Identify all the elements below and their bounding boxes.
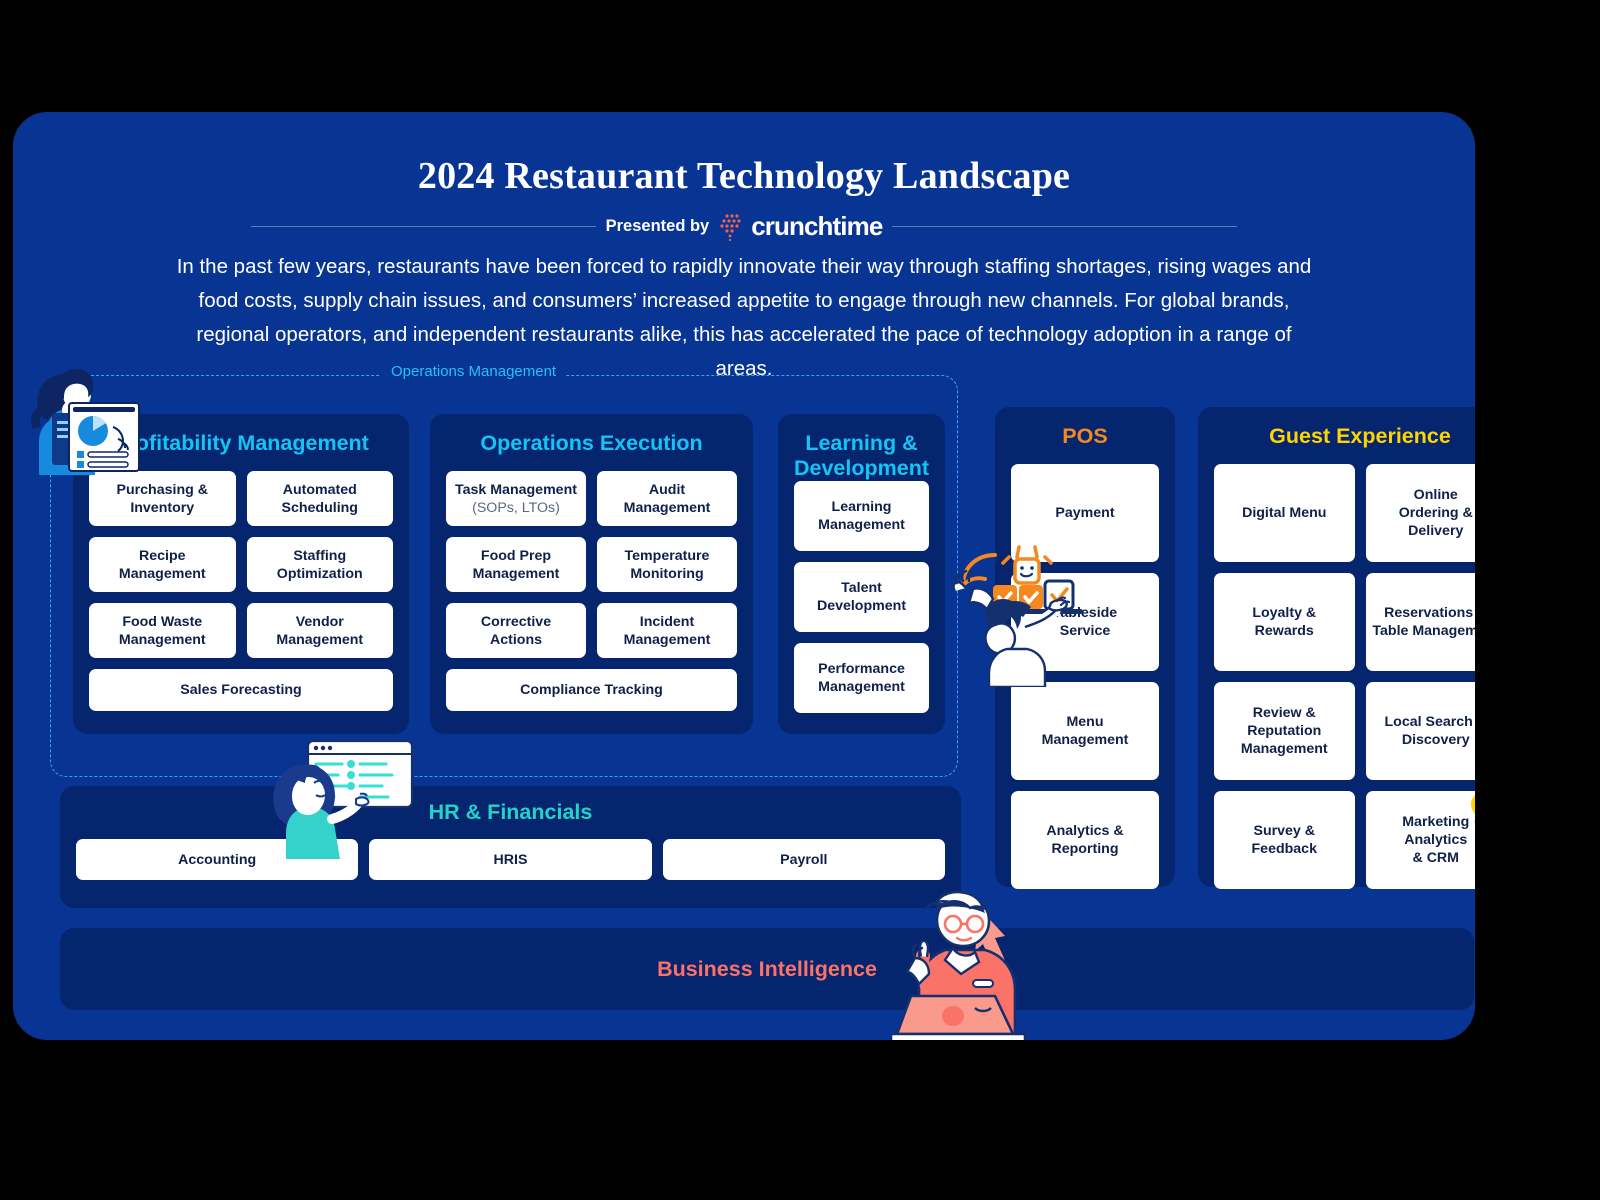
chip-vendor-management[interactable]: Vendor Management (246, 603, 393, 658)
chip-performance-management[interactable]: Performance Management (794, 643, 929, 713)
chip-menu-management[interactable]: Menu Management (1011, 682, 1159, 780)
chip-accounting[interactable]: Accounting (76, 839, 359, 880)
chip-row: Learning Management (794, 481, 929, 551)
chip-loyalty-rewards[interactable]: Loyalty & Rewards (1214, 573, 1355, 671)
chip-online-ordering-delivery[interactable]: Online Ordering & Delivery (1365, 464, 1475, 562)
chip-grid-hr-financials: Accounting HRIS Payroll (76, 839, 945, 891)
operations-management-label: Operations Management (381, 363, 567, 380)
chip-row: Purchasing & Inventory Automated Schedulin… (89, 471, 393, 526)
chip-row: Recipe Management Staffing Optimization (89, 537, 393, 592)
chip-row: Accounting HRIS Payroll (76, 839, 945, 880)
chip-purchasing-inventory[interactable]: Purchasing & Inventory (89, 471, 236, 526)
panel-title-profitability: Profitability Management (113, 431, 369, 455)
panel-title-hr-financials: HR & Financials (428, 800, 593, 824)
panel-operations-execution: Operations Execution Task Management (SO… (430, 414, 753, 734)
chip-row: Payment (1011, 464, 1159, 562)
chip-row: Talent Development (794, 562, 929, 632)
chip-grid-operations-execution: Task Management (SOPs, LTOs) Audit Manage… (446, 471, 737, 722)
chip-sales-forecasting[interactable]: Sales Forecasting (89, 669, 393, 711)
chip-audit-management[interactable]: Audit Management (597, 471, 737, 526)
chip-incident-management[interactable]: Incident Management (597, 603, 737, 658)
panel-learning-development: Learning & Development Learning Management… (778, 414, 945, 734)
panel-guest-experience: Guest Experience Digital Menu Online Orde… (1198, 407, 1475, 889)
chip-row: Task Management (SOPs, LTOs) Audit Manage… (446, 471, 737, 526)
chip-local-search-discovery[interactable]: Local Search &Discovery (1365, 682, 1475, 780)
panel-profitability-management: Profitability Management Purchasing & Inv… (73, 414, 409, 734)
chip-staffing-optimization[interactable]: Staffing Optimization (246, 537, 393, 592)
chip-grid-learning-development: Learning Management Talent Development Per… (794, 481, 929, 724)
chip-row: Tableside Service (1011, 573, 1159, 671)
chip-compliance-tracking[interactable]: Compliance Tracking (446, 669, 737, 711)
chip-corrective-actions[interactable]: Corrective Actions (446, 603, 586, 658)
chip-row: Food Prep Management Temperature Monitorin… (446, 537, 737, 592)
chip-recipe-management[interactable]: Recipe Management (89, 537, 236, 592)
chip-food-waste-management[interactable]: Food Waste Management (89, 603, 236, 658)
chip-automated-scheduling[interactable]: Automated Scheduling (246, 471, 393, 526)
chip-row: Sales Forecasting (89, 669, 393, 711)
chip-digital-menu[interactable]: Digital Menu (1214, 464, 1355, 562)
chip-grid-pos: Payment Tableside Service Menu Management … (1011, 464, 1159, 900)
panel-title-guest-experience: Guest Experience (1269, 424, 1451, 448)
chip-row: Review & Reputation Management Local Sear… (1214, 682, 1475, 780)
presented-by-label: Presented by (605, 217, 710, 235)
chip-food-prep-management[interactable]: Food Prep Management (446, 537, 586, 592)
chip-talent-development[interactable]: Talent Development (794, 562, 929, 632)
chip-marketing-analytics-crm[interactable]: Marketing Analytics & CRM (1365, 791, 1475, 889)
panel-title-operations-execution: Operations Execution (480, 431, 703, 455)
chip-learning-management[interactable]: Learning Management (794, 481, 929, 551)
chip-row: Corrective Actions Incident Management (446, 603, 737, 658)
chip-grid-guest-experience: Digital Menu Online Ordering & Delivery L… (1214, 464, 1475, 900)
chip-temperature-monitoring[interactable]: Temperature Monitoring (597, 537, 737, 592)
chip-analytics-reporting[interactable]: Analytics & Reporting (1011, 791, 1159, 889)
chip-hris[interactable]: HRIS (369, 839, 652, 880)
chip-task-management-label: Task Management (455, 481, 577, 498)
chip-row: Food Waste Management Vendor Management (89, 603, 393, 658)
chip-row: Analytics & Reporting (1011, 791, 1159, 889)
chip-reservations-table-management[interactable]: Reservations &Table Management (1365, 573, 1475, 671)
chip-row: Performance Management (794, 643, 929, 713)
chip-row: Survey & Feedback Marketing Analytics & C… (1214, 791, 1475, 889)
chip-row: Loyalty &Rewards Reservations &Table Man… (1214, 573, 1475, 671)
infographic-stage: 2024 Restaurant Technology Landscape Pre… (0, 0, 1600, 1200)
chip-tableside-service[interactable]: Tableside Service (1011, 573, 1159, 671)
chip-payment[interactable]: Payment (1011, 464, 1159, 562)
chip-task-management-sublabel: (SOPs, LTOs) (472, 499, 560, 516)
crunchtime-logo: crunchtime (719, 211, 883, 242)
chip-row: Compliance Tracking (446, 669, 737, 711)
chip-grid-profitability: Purchasing & Inventory Automated Schedulin… (89, 471, 393, 722)
panel-business-intelligence: Business Intelligence (60, 928, 1474, 1010)
page-title: 2024 Restaurant Technology Landscape (417, 155, 1071, 197)
divider-left (250, 226, 596, 227)
panel-title-learning-development: Learning & Development (793, 431, 929, 480)
crunchtime-wordmark: crunchtime (751, 211, 883, 241)
chip-payroll[interactable]: Payroll (662, 839, 945, 880)
panel-title-pos: POS (1062, 424, 1108, 448)
chip-row: Digital Menu Online Ordering & Delivery (1214, 464, 1475, 562)
chip-survey-feedback[interactable]: Survey & Feedback (1214, 791, 1355, 889)
intro-paragraph: In the past few years, restaurants have … (176, 255, 1312, 380)
panel-pos: POS Payment Tableside Service Menu Managem… (995, 407, 1175, 889)
panel-hr-financials: HR & Financials Accounting HRIS Payroll (60, 786, 961, 908)
infographic-card: 2024 Restaurant Technology Landscape Pre… (13, 112, 1475, 1040)
chip-row: Menu Management (1011, 682, 1159, 780)
chip-review-reputation-management[interactable]: Review & Reputation Management (1214, 682, 1355, 780)
chip-task-management[interactable]: Task Management (SOPs, LTOs) (446, 471, 586, 526)
panel-title-business-intelligence: Business Intelligence (657, 956, 877, 981)
crunchtime-dots-icon (720, 213, 741, 241)
divider-right (892, 226, 1238, 227)
presented-by-row: Presented by crunchtime (13, 211, 1475, 242)
